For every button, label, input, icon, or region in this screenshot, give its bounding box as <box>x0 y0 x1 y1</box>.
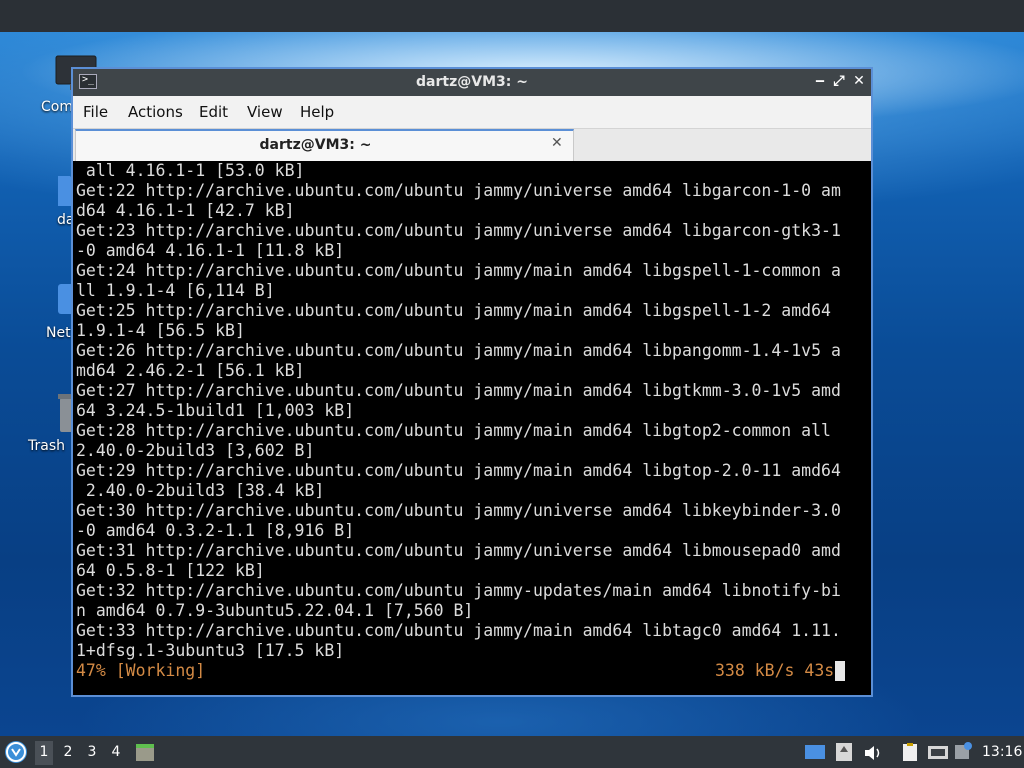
terminal-line: 1+dfsg.1-3ubuntu3 [17.5 kB] <box>76 641 345 660</box>
notification-icon[interactable] <box>953 741 973 761</box>
terminal-line: Get:23 http://archive.ubuntu.com/ubuntu … <box>76 221 841 240</box>
file-manager-icon[interactable] <box>134 742 156 762</box>
menu-view[interactable]: View <box>247 103 283 121</box>
tab-bar: dartz@VM3: ~ ✕ <box>73 128 871 161</box>
clock[interactable]: 13:16 <box>982 744 1022 760</box>
clipboard-icon[interactable] <box>900 742 920 762</box>
workspace-3[interactable]: 3 <box>83 744 101 762</box>
volume-icon[interactable] <box>863 744 883 762</box>
menu-bar: File Actions Edit View Help <box>73 96 871 128</box>
terminal-line: 64 3.24.5-1build1 [1,003 kB] <box>76 401 355 420</box>
terminal-line: 2.40.0-2build3 [38.4 kB] <box>76 481 325 500</box>
terminal-line: Get:31 http://archive.ubuntu.com/ubuntu … <box>76 541 841 560</box>
menu-file[interactable]: File <box>83 103 108 121</box>
text-cursor <box>835 661 845 681</box>
terminal-line: md64 2.46.2-1 [56.1 kB] <box>76 361 305 380</box>
tab-close-icon[interactable]: ✕ <box>551 135 563 151</box>
window-title: dartz@VM3: ~ <box>416 74 528 90</box>
terminal-line: Get:33 http://archive.ubuntu.com/ubuntu … <box>76 621 841 640</box>
terminal-line: Get:27 http://archive.ubuntu.com/ubuntu … <box>76 381 841 400</box>
terminal-line: d64 4.16.1-1 [42.7 kB] <box>76 201 295 220</box>
tab-label: dartz@VM3: ~ <box>259 137 372 153</box>
progress-status: 47% [Working] <box>76 661 206 680</box>
terminal-line: Get:29 http://archive.ubuntu.com/ubuntu … <box>76 461 841 480</box>
terminal-output[interactable]: all 4.16.1-1 [53.0 kB] Get:22 http://arc… <box>73 161 871 695</box>
workspace-2[interactable]: 2 <box>59 744 77 762</box>
workspace-4[interactable]: 4 <box>107 744 125 762</box>
terminal-line: Get:28 http://archive.ubuntu.com/ubuntu … <box>76 421 831 440</box>
download-rate: 338 kB/s 43s <box>715 661 835 680</box>
menu-help[interactable]: Help <box>300 103 334 121</box>
menu-actions[interactable]: Actions <box>128 103 183 121</box>
terminal-window[interactable]: >_ dartz@VM3: ~ ‒ ⤢ ✕ File Actions Edit … <box>71 67 873 697</box>
terminal-line: Get:32 http://archive.ubuntu.com/ubuntu … <box>76 581 841 600</box>
terminal-line: all 4.16.1-1 [53.0 kB] <box>76 161 305 180</box>
desktop-icon-label: Net <box>46 325 71 341</box>
updates-icon[interactable] <box>835 742 853 762</box>
menu-edit[interactable]: Edit <box>199 103 228 121</box>
terminal-line: Get:30 http://archive.ubuntu.com/ubuntu … <box>76 501 841 520</box>
start-menu-button[interactable] <box>5 741 27 763</box>
minimize-button[interactable]: ‒ <box>812 73 828 89</box>
terminal-line: -0 amd64 4.16.1-1 [11.8 kB] <box>76 241 345 260</box>
terminal-line: 64 0.5.8-1 [122 kB] <box>76 561 265 580</box>
top-strip <box>0 0 1024 32</box>
maximize-button[interactable]: ⤢ <box>831 73 847 89</box>
terminal-line: n amd64 0.7.9-3ubuntu5.22.04.1 [7,560 B] <box>76 601 474 620</box>
show-desktop-icon[interactable] <box>804 744 826 762</box>
desktop-icon-label: Com <box>41 99 73 115</box>
desktop-icon-label: Trash <box>28 438 65 454</box>
terminal-line: 1.9.1-4 [56.5 kB] <box>76 321 245 340</box>
title-bar[interactable]: >_ dartz@VM3: ~ ‒ ⤢ ✕ <box>73 69 871 96</box>
taskbar: 1 2 3 4 13:16 <box>0 736 1024 768</box>
lubuntu-logo-icon <box>6 742 26 762</box>
terminal-line: Get:26 http://archive.ubuntu.com/ubuntu … <box>76 341 841 360</box>
terminal-line: Get:24 http://archive.ubuntu.com/ubuntu … <box>76 261 841 280</box>
network-status-icon[interactable] <box>927 744 949 762</box>
terminal-line: -0 amd64 0.3.2-1.1 [8,916 B] <box>76 521 355 540</box>
close-button[interactable]: ✕ <box>851 73 867 89</box>
tab-terminal[interactable]: dartz@VM3: ~ ✕ <box>75 129 574 161</box>
terminal-line: Get:25 http://archive.ubuntu.com/ubuntu … <box>76 301 831 320</box>
terminal-line: 2.40.0-2build3 [3,602 B] <box>76 441 315 460</box>
terminal-line: ll 1.9.1-4 [6,114 B] <box>76 281 275 300</box>
workspace-1[interactable]: 1 <box>35 741 53 765</box>
terminal-line: Get:22 http://archive.ubuntu.com/ubuntu … <box>76 181 841 200</box>
